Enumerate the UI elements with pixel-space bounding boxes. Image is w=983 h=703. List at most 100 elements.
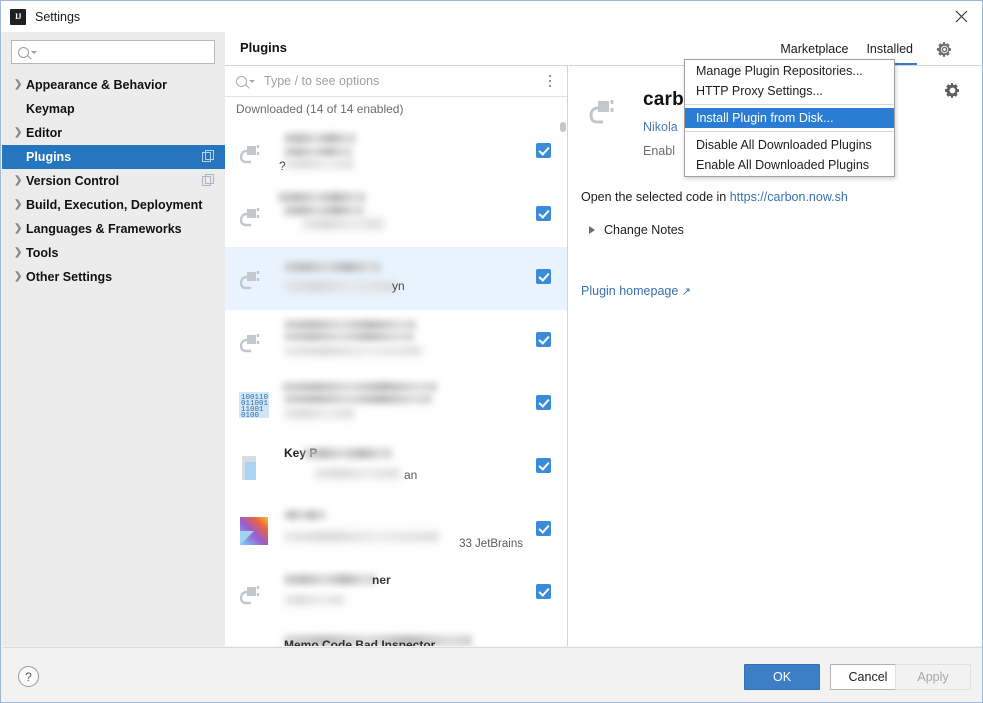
sidebar-search-box[interactable] bbox=[11, 40, 215, 64]
plugin-partial-text: yn bbox=[392, 278, 405, 293]
plugin-search-input[interactable] bbox=[262, 73, 543, 89]
search-icon bbox=[18, 46, 29, 58]
sidebar-item-label: Plugins bbox=[26, 150, 72, 164]
plug-icon bbox=[234, 574, 274, 614]
sidebar-item-label: Editor bbox=[26, 126, 63, 140]
sidebar-search-wrap bbox=[2, 32, 225, 64]
sidebar-item-build-execution-deployment[interactable]: ❯ Build, Execution, Deployment bbox=[2, 193, 225, 217]
plugin-list-item[interactable] bbox=[225, 184, 567, 247]
plug-icon bbox=[234, 196, 274, 236]
menu-item-label: HTTP Proxy Settings... bbox=[696, 84, 823, 98]
plugin-search-bar[interactable] bbox=[225, 66, 567, 97]
plug-icon bbox=[234, 259, 274, 299]
search-input[interactable] bbox=[41, 44, 214, 60]
plugin-list-item[interactable]: ? bbox=[225, 121, 567, 184]
menu-item-install-plugin-from-disk[interactable]: Install Plugin from Disk... bbox=[685, 108, 894, 128]
sidebar-item-label: Build, Execution, Deployment bbox=[26, 198, 203, 212]
change-notes-label: Change Notes bbox=[604, 223, 684, 237]
page-title: Plugins bbox=[240, 40, 287, 55]
plugin-list-scrollbar[interactable] bbox=[559, 122, 567, 647]
plug-icon bbox=[581, 86, 631, 136]
sidebar-item-label: Tools bbox=[26, 246, 59, 260]
plug-icon bbox=[234, 637, 274, 647]
gear-icon[interactable] bbox=[936, 41, 953, 58]
triangle-right-icon bbox=[589, 226, 595, 234]
sidebar-item-appearance-behavior[interactable]: ❯ Appearance & Behavior bbox=[2, 73, 225, 97]
plugin-enabled-checkbox[interactable] bbox=[536, 332, 551, 347]
plugin-list-item[interactable]: yn bbox=[225, 247, 567, 310]
plugin-enabled-checkbox[interactable] bbox=[536, 206, 551, 221]
menu-item-disable-all-downloaded-plugins[interactable]: Disable All Downloaded Plugins bbox=[685, 135, 894, 155]
plugin-list-column: Downloaded (14 of 14 enabled) ? bbox=[225, 65, 568, 646]
plugin-description: Open the selected code in https://carbon… bbox=[581, 190, 982, 204]
chevron-right-icon: ❯ bbox=[14, 271, 23, 282]
chevron-right-icon: ❯ bbox=[14, 223, 23, 234]
plugin-enabled-checkbox[interactable] bbox=[536, 395, 551, 410]
sidebar-item-label: Appearance & Behavior bbox=[26, 78, 168, 92]
app-icon: IJ bbox=[10, 8, 26, 25]
plugin-detail-meta: carb Nikola Enabl bbox=[643, 86, 684, 158]
homepage-label: Plugin homepage bbox=[581, 284, 679, 298]
menu-item-http-proxy-settings[interactable]: HTTP Proxy Settings... bbox=[685, 81, 894, 101]
kebab-menu-icon[interactable] bbox=[543, 74, 559, 88]
sidebar-item-label: Keymap bbox=[26, 102, 75, 116]
chevron-down-icon bbox=[249, 79, 255, 83]
change-notes-toggle[interactable]: Change Notes bbox=[589, 223, 982, 237]
plugin-text bbox=[284, 319, 567, 364]
plugin-list-item[interactable]: Memo Code Bad Inspector bbox=[225, 625, 567, 646]
search-icon bbox=[236, 75, 247, 87]
settings-sidebar: ❯ Appearance & Behavior Keymap ❯ Editor … bbox=[2, 32, 225, 646]
plugin-enabled-checkbox[interactable] bbox=[536, 521, 551, 536]
plug-icon bbox=[234, 133, 274, 173]
menu-separator bbox=[685, 131, 894, 132]
plugin-partial-text: an bbox=[404, 467, 418, 482]
plugin-partial-text: ner bbox=[372, 572, 391, 587]
plugin-enabled-checkbox[interactable] bbox=[536, 143, 551, 158]
plugin-text: Memo Code Bad Inspector bbox=[284, 634, 567, 646]
plugins-panel: Plugins Marketplace Installed Type / to … bbox=[225, 32, 982, 646]
ok-button[interactable]: OK bbox=[744, 664, 820, 690]
menu-item-manage-plugin-repositories[interactable]: Manage Plugin Repositories... bbox=[685, 61, 894, 81]
sidebar-item-editor[interactable]: ❯ Editor bbox=[2, 121, 225, 145]
plugin-text: ner bbox=[284, 572, 567, 616]
menu-item-label: Enable All Downloaded Plugins bbox=[696, 158, 870, 172]
chevron-right-icon: ❯ bbox=[14, 199, 23, 210]
plugin-enabled-checkbox[interactable] bbox=[536, 584, 551, 599]
menu-item-enable-all-downloaded-plugins[interactable]: Enable All Downloaded Plugins bbox=[685, 155, 894, 175]
title-bar: IJ Settings bbox=[1, 1, 982, 32]
plugin-enabled-checkbox[interactable] bbox=[536, 458, 551, 473]
plugin-list-item[interactable]: Key P an bbox=[225, 436, 567, 499]
plugin-list-item[interactable]: 33 JetBrains bbox=[225, 499, 567, 562]
apply-button[interactable]: Apply bbox=[895, 664, 971, 690]
plugin-enabled-checkbox[interactable] bbox=[536, 269, 551, 284]
sidebar-item-keymap[interactable]: Keymap bbox=[2, 97, 225, 121]
plugin-list-item[interactable]: 100110 011001 11001 0100 bbox=[225, 373, 567, 436]
key-icon bbox=[234, 448, 274, 488]
plugin-text: Key P an bbox=[284, 446, 567, 490]
scrollbar-thumb[interactable] bbox=[560, 122, 566, 132]
sidebar-item-tools[interactable]: ❯ Tools bbox=[2, 241, 225, 265]
tab-label: Marketplace bbox=[780, 41, 849, 56]
carbon-link[interactable]: https://carbon.now.sh bbox=[730, 190, 848, 204]
sidebar-item-label: Languages & Frameworks bbox=[26, 222, 182, 236]
chevron-down-icon bbox=[31, 50, 37, 54]
sidebar-item-plugins[interactable]: Plugins bbox=[2, 145, 225, 169]
close-icon[interactable] bbox=[938, 1, 982, 32]
plugin-title: carb bbox=[643, 89, 684, 110]
plugin-homepage-link[interactable]: Plugin homepage ↗ bbox=[581, 284, 982, 298]
sidebar-item-version-control[interactable]: ❯ Version Control bbox=[2, 169, 225, 193]
plugin-list-item[interactable] bbox=[225, 310, 567, 373]
copy-settings-icon[interactable] bbox=[202, 150, 215, 163]
help-button[interactable]: ? bbox=[18, 666, 39, 687]
copy-settings-icon[interactable] bbox=[202, 174, 215, 187]
plugin-status-label: Enabl bbox=[643, 144, 675, 158]
plugin-vendor[interactable]: Nikola bbox=[643, 120, 684, 134]
gear-icon[interactable] bbox=[944, 82, 961, 99]
plugin-text: ? bbox=[279, 131, 567, 175]
sidebar-item-other-settings[interactable]: ❯ Other Settings bbox=[2, 265, 225, 289]
sidebar-item-label: Other Settings bbox=[26, 270, 113, 284]
plugin-list-item[interactable]: ner bbox=[225, 562, 567, 625]
plugin-text: yn bbox=[284, 257, 567, 301]
window-title: Settings bbox=[35, 9, 81, 24]
sidebar-item-languages-frameworks[interactable]: ❯ Languages & Frameworks bbox=[2, 217, 225, 241]
